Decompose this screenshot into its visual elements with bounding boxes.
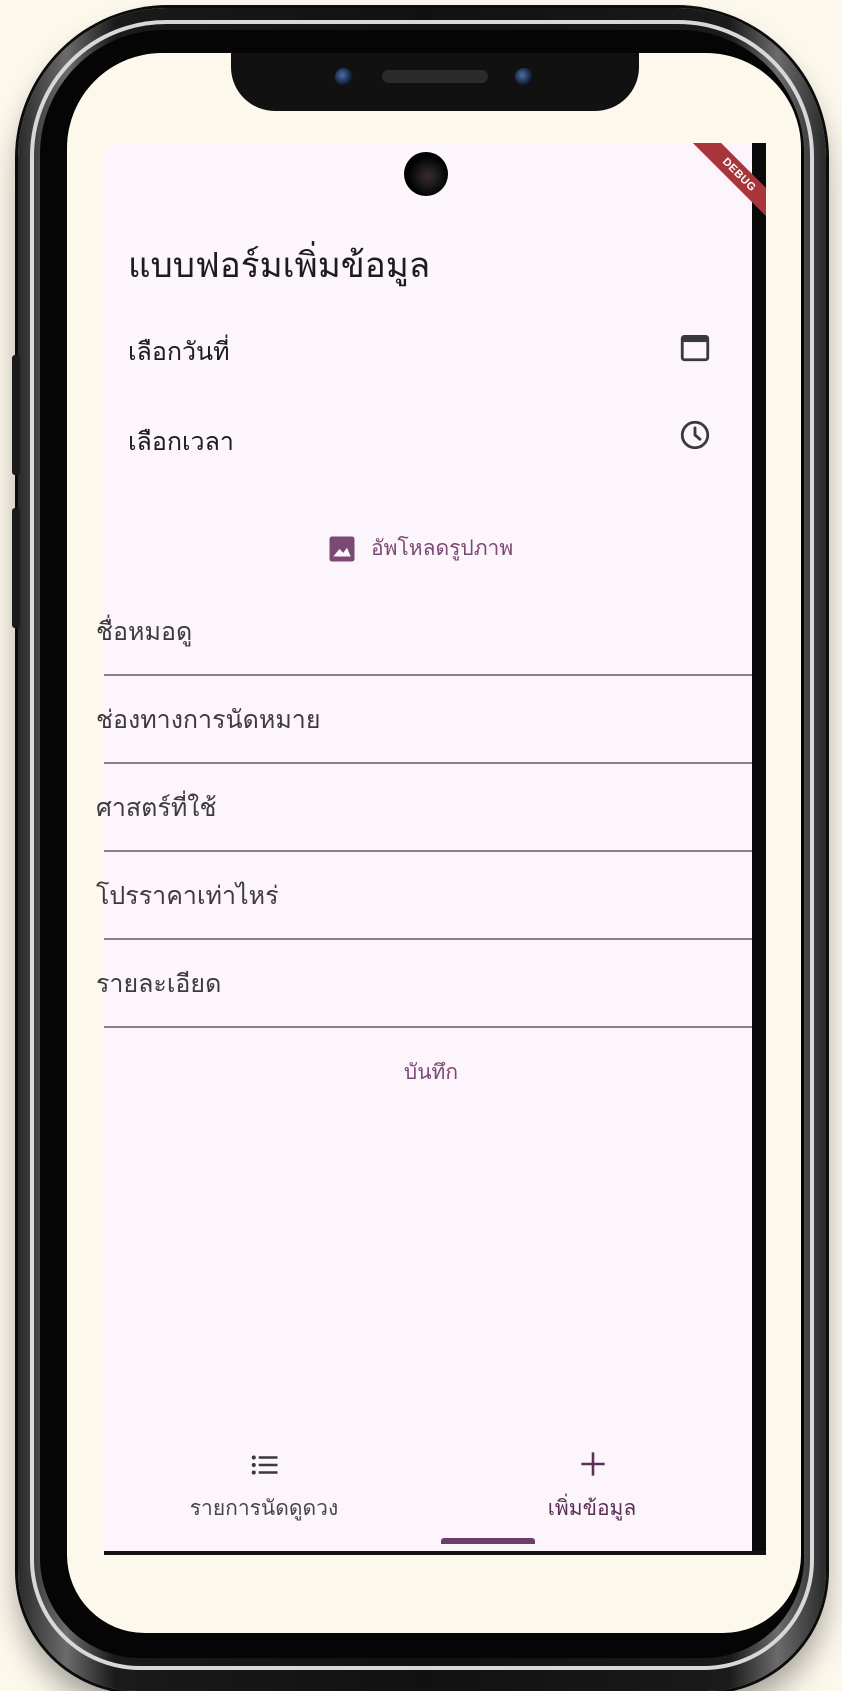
price-field[interactable]: โปรราคาเท่าไหร่: [96, 854, 752, 940]
calendar-icon[interactable]: [678, 330, 712, 364]
nav-label-appointments: รายการนัดดูดวง: [189, 1496, 339, 1520]
list-icon: [251, 1455, 278, 1475]
field-label: ชื่อหมอดู: [96, 617, 193, 646]
upload-image-button[interactable]: อัพโหลดรูปภาพ: [327, 532, 513, 565]
volume-down-button: [12, 508, 20, 628]
screen-edge: [752, 143, 766, 1551]
debug-banner: DEBUG: [682, 143, 766, 227]
active-tab-indicator: [441, 1538, 535, 1544]
earpiece-speaker: [382, 70, 488, 83]
upload-image-label: อัพโหลดรูปภาพ: [371, 536, 514, 560]
image-icon: [329, 536, 355, 561]
sensor-icon: [515, 68, 533, 86]
field-label: รายละเอียด: [96, 969, 222, 998]
front-camera-icon: [335, 68, 353, 86]
field-label: โปรราคาเท่าไหร่: [96, 881, 279, 910]
clock-icon[interactable]: [678, 418, 712, 452]
field-label: ช่องทางการนัดหมาย: [96, 705, 321, 734]
fortune-teller-name-field[interactable]: ชื่อหมอดู: [96, 590, 752, 676]
appointment-channel-field[interactable]: ช่องทางการนัดหมาย: [96, 678, 752, 764]
nav-label-add-data: เพิ่มข้อมูล: [547, 1496, 637, 1520]
field-label: ศาสตร์ที่ใช้: [96, 793, 217, 822]
date-picker-label[interactable]: เลือกวันที่: [128, 332, 230, 372]
page-title: แบบฟอร์มเพิ่มข้อมูล: [128, 246, 431, 286]
debug-banner-label: DEBUG: [685, 143, 766, 227]
punch-hole-camera-icon: [404, 152, 448, 196]
bottom-navigation: รายการนัดดูดวง เพิ่มข้อมูล: [104, 1430, 752, 1551]
volume-up-button: [12, 355, 20, 475]
method-field[interactable]: ศาสตร์ที่ใช้: [96, 766, 752, 852]
details-field[interactable]: รายละเอียด: [96, 942, 752, 1028]
nav-item-add-data[interactable]: เพิ่มข้อมูล: [442, 1430, 742, 1551]
add-icon: [581, 1452, 605, 1476]
nav-item-appointments[interactable]: รายการนัดดูดวง: [114, 1430, 414, 1551]
time-picker-label[interactable]: เลือกเวลา: [128, 422, 234, 462]
save-button[interactable]: บันทึก: [366, 1050, 496, 1094]
